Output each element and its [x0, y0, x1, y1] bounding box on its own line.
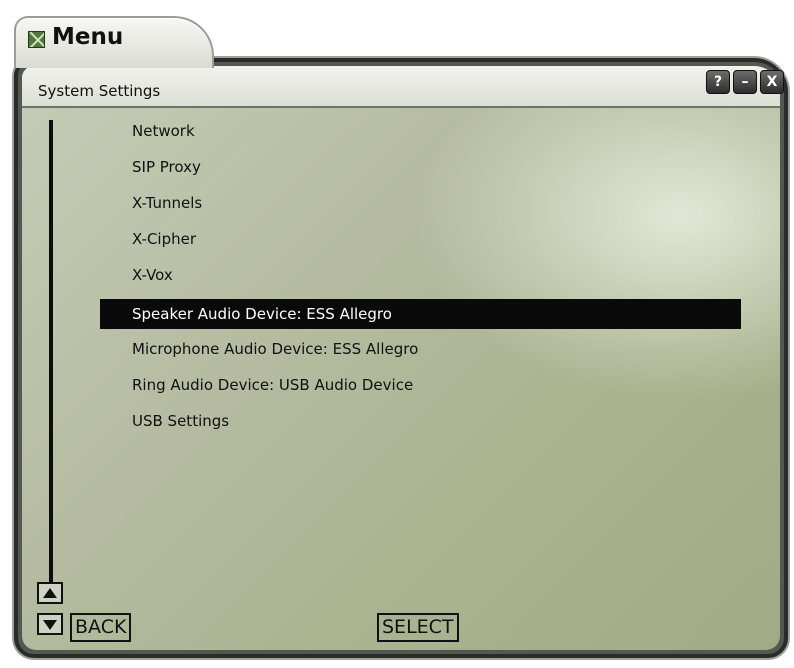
menu-item-ring-audio-device[interactable]: Ring Audio Device: USB Audio Device [100, 370, 741, 400]
menu-item-x-vox[interactable]: X-Vox [100, 260, 741, 290]
help-button[interactable]: ? [706, 70, 730, 94]
section-title: System Settings [38, 82, 161, 100]
menu-item-microphone-audio-device[interactable]: Microphone Audio Device: ESS Allegro [100, 334, 741, 364]
close-button[interactable]: X [760, 70, 784, 94]
triangle-down-icon [43, 620, 57, 630]
menu-item-speaker-audio-device[interactable]: Speaker Audio Device: ESS Allegro [100, 299, 741, 329]
menu-item-usb-settings[interactable]: USB Settings [100, 406, 741, 436]
menu-item-x-tunnels[interactable]: X-Tunnels [100, 188, 741, 218]
menu-app-icon [28, 31, 45, 48]
back-button[interactable]: BACK [70, 613, 132, 642]
title-band: System Settings [22, 66, 780, 108]
scroll-rail [49, 120, 53, 582]
scroll-up-button[interactable] [37, 582, 63, 604]
app-title: Menu [52, 24, 124, 50]
menu-item-network[interactable]: Network [100, 116, 741, 146]
menu-item-sip-proxy[interactable]: SIP Proxy [100, 152, 741, 182]
menu-item-x-cipher[interactable]: X-Cipher [100, 224, 741, 254]
minimize-button[interactable]: – [733, 70, 757, 94]
triangle-up-icon [43, 588, 57, 598]
select-button[interactable]: SELECT [377, 613, 459, 642]
app-window: System Settings Menu ? – X Network SIP P… [0, 0, 794, 668]
scroll-down-button[interactable] [37, 613, 63, 635]
